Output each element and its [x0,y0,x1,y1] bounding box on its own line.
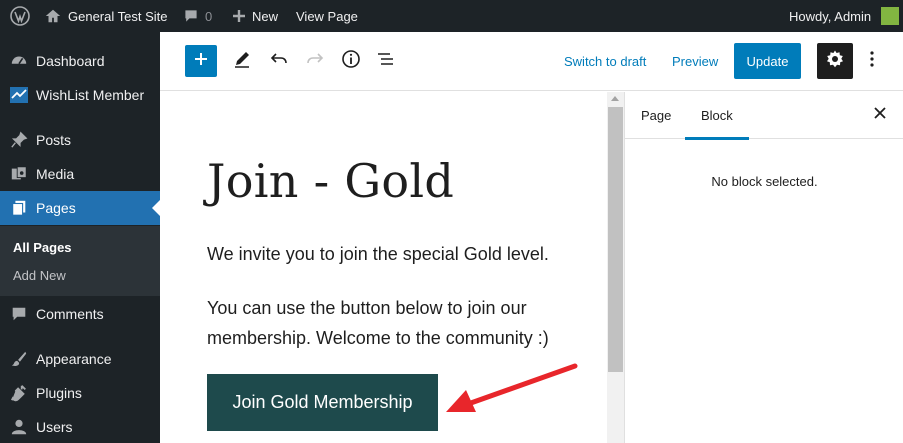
sidebar-item-users[interactable]: Users [0,410,160,443]
page-title[interactable]: Join - Gold [207,154,454,208]
view-page-label: View Page [296,8,358,24]
wordpress-logo-icon[interactable] [10,0,30,32]
pencil-icon [232,49,252,74]
comments-link[interactable]: 0 [183,0,212,32]
sidebar-item-appearance[interactable]: Appearance [0,342,160,376]
undo-icon [269,49,289,74]
tab-page[interactable]: Page [625,92,687,139]
comment-icon [0,305,36,323]
red-arrow-annotation [446,363,578,412]
switch-to-draft-button[interactable]: Switch to draft [564,45,646,78]
admin-bar: General Test Site 0 New View Page Howdy,… [0,0,903,32]
sidebar-item-label: Media [36,166,75,182]
plus-icon [232,9,246,23]
comments-count: 0 [205,8,213,24]
list-view-button[interactable] [374,49,398,73]
close-icon [874,106,886,124]
howdy-text: Howdy, Admin [789,8,872,24]
close-settings-button[interactable] [870,105,890,125]
sidebar-item-label: Users [36,419,73,435]
admin-sidebar: Dashboard WishList Member Posts Media Pa… [0,32,160,443]
sidebar-item-comments[interactable]: Comments [0,297,160,331]
gear-icon [825,49,845,74]
sidebar-item-label: Dashboard [36,53,105,69]
my-account-link[interactable]: Howdy, Admin [789,0,900,32]
tab-block[interactable]: Block [685,92,749,140]
avatar [881,7,900,25]
new-content-link[interactable]: New [232,0,278,32]
sidebar-item-label: WishList Member [36,87,145,103]
sidebar-item-label: Comments [36,306,104,322]
edit-tool-button[interactable] [230,49,254,73]
comment-icon [183,8,199,24]
sidebar-item-label: Plugins [36,385,82,401]
sidebar-item-label: Posts [36,132,72,148]
sidebar-item-pages[interactable]: Pages [0,191,160,225]
settings-button[interactable] [817,43,853,79]
pin-icon [0,131,36,149]
scroll-thumb[interactable] [608,107,623,372]
list-view-icon [376,49,396,74]
content-scrollbar[interactable] [607,92,624,443]
wishlist-icon [0,87,36,103]
sidebar-item-label: Appearance [36,351,112,367]
view-page-link[interactable]: View Page [296,0,358,32]
new-label: New [252,8,279,24]
scroll-up-arrow-icon[interactable] [611,96,619,101]
sidebar-item-plugins[interactable]: Plugins [0,376,160,410]
pages-submenu: All Pages Add New [0,226,160,296]
submenu-all-pages[interactable]: All Pages [13,240,72,255]
settings-tabs: Page Block [625,92,903,140]
site-name-label: General Test Site [68,8,168,24]
paragraph-block[interactable]: You can use the button below to join our… [207,293,597,353]
redo-icon [305,49,325,74]
paragraph-line: membership. Welcome to the community :) [207,328,549,348]
dashboard-icon [0,52,36,70]
paragraph-line: You can use the button below to join our [207,298,527,318]
home-icon [44,7,62,25]
info-icon [341,49,361,74]
paragraph-block[interactable]: We invite you to join the special Gold l… [207,239,597,269]
submenu-add-new[interactable]: Add New [13,268,66,283]
brush-icon [0,350,36,368]
plug-icon [0,384,36,402]
settings-sidebar: Page Block No block selected. [624,92,903,443]
sidebar-item-dashboard[interactable]: Dashboard [0,44,160,78]
join-gold-membership-button[interactable]: Join Gold Membership [207,374,438,431]
update-button[interactable]: Update [734,43,801,79]
users-icon [0,418,36,436]
sidebar-item-posts[interactable]: Posts [0,123,160,157]
block-inserter-button[interactable] [185,45,217,77]
pages-icon [0,199,36,217]
sidebar-item-wishlist-member[interactable]: WishList Member [0,78,160,112]
site-name-link[interactable]: General Test Site [44,0,167,32]
details-button[interactable] [339,49,363,73]
sidebar-item-media[interactable]: Media [0,157,160,191]
more-options-button[interactable] [860,49,884,73]
editor-toolbar: Switch to draft Preview Update [160,32,903,91]
preview-button[interactable]: Preview [672,45,718,78]
plus-icon [193,51,209,72]
more-vertical-icon [869,50,875,73]
media-icon [0,165,36,183]
no-block-selected-message: No block selected. [711,174,818,189]
redo-button[interactable] [303,49,327,73]
undo-button[interactable] [267,49,291,73]
sidebar-item-label: Pages [36,200,76,216]
